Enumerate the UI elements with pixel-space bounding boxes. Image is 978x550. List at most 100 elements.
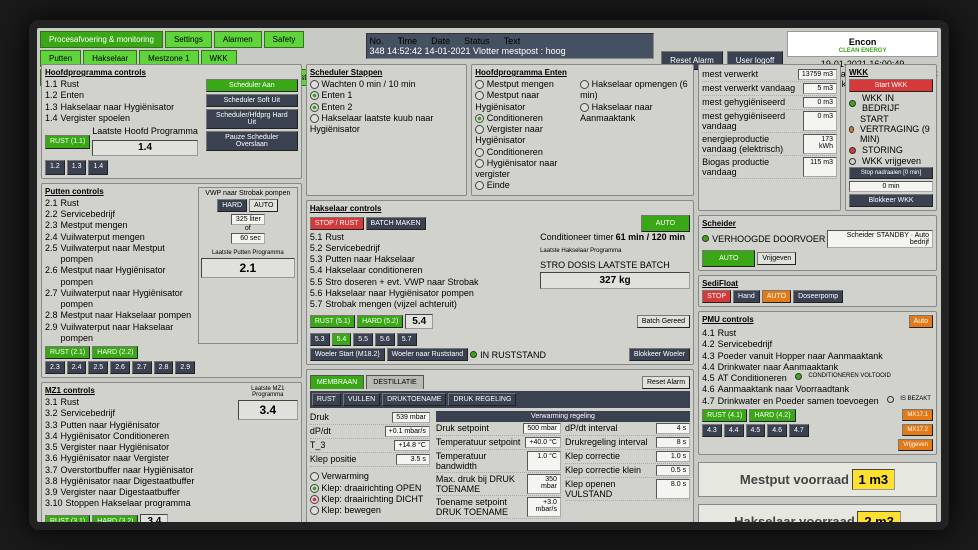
max-druk[interactable]: 350 mbar [527, 474, 561, 494]
haks-57[interactable]: 5.7 [397, 333, 417, 346]
scheduler-aan-button[interactable]: Scheduler Aan [206, 79, 298, 92]
top-bar: Procesafvoering & monitoring Settings Al… [37, 28, 941, 60]
mestput-voorraad-value: 1 m3 [852, 469, 896, 490]
vwp-volume: 325 liter [231, 214, 265, 225]
mem-reset-alarm-button[interactable]: Reset Alarm [642, 376, 690, 389]
mz1-rust-button[interactable]: RUST (3.1) [45, 515, 90, 528]
alarm-log: No.TimeDateStatusText 348 14:52:42 14-01… [366, 33, 654, 59]
hoofd-step-12[interactable]: 1.2 [45, 160, 65, 175]
scheduler-stappen-panel: Scheduler Stappen Wachten 0 min / 10 min… [306, 64, 467, 196]
mz1-hard-button[interactable]: HARD (3.2) [92, 515, 138, 528]
woeler-start-button[interactable]: Woeler Start (M18.2) [310, 348, 385, 361]
mem-drukregeling-button[interactable]: DRUK REGELING [448, 393, 516, 406]
wkk-title: WKK [849, 68, 933, 77]
putten-25[interactable]: 2.5 [88, 361, 108, 374]
dpdt-interval[interactable]: 4 s [656, 423, 690, 434]
putten-29[interactable]: 2.9 [175, 361, 195, 374]
putten-28[interactable]: 2.8 [154, 361, 174, 374]
hoofd-title: Hoofdprogramma controls [45, 68, 298, 77]
scheider-vrijgeven-button[interactable]: Vrijgeven [757, 252, 796, 265]
verwarming-header: Verwarming regeling [436, 411, 690, 422]
nav-settings[interactable]: Settings [165, 31, 212, 48]
putten-last-value: 2.1 [201, 258, 295, 278]
haks-batch-button[interactable]: BATCH MAKEN [366, 217, 426, 230]
mem-druktoename-button[interactable]: DRUKTOENAME [382, 393, 446, 406]
haks-hard-button[interactable]: HARD (5.2) [357, 315, 403, 328]
sedi-stop-button[interactable]: STOP [702, 290, 731, 303]
nav-alarmen[interactable]: Alarmen [214, 31, 262, 48]
putten-rust-button[interactable]: RUST (2.1) [45, 346, 90, 359]
vwp-hard-button[interactable]: HARD [217, 199, 247, 212]
scheduler-pauze-button[interactable]: Pauze Scheduler Overslaan [206, 131, 298, 151]
vwp-timer: 60 sec [231, 233, 265, 244]
vwp-auto-button[interactable]: AUTO [249, 199, 278, 212]
klep-correctie-klein[interactable]: 0.5 s [656, 465, 690, 476]
haks-stop-button[interactable]: STOP / RUST [310, 217, 364, 230]
temp-setpoint[interactable]: +40.0 °C [525, 437, 561, 448]
putten-23[interactable]: 2.3 [45, 361, 65, 374]
sedi-auto-button[interactable]: AUTO [762, 290, 791, 303]
wkk-blokkeer-button[interactable]: Blokkeer WKK [849, 194, 933, 207]
scheider-auto-button[interactable]: AUTO [702, 250, 755, 267]
vwp-label: VWP naar Strobak pompen [201, 190, 295, 197]
haks-rust-button[interactable]: RUST (5.1) [310, 315, 355, 328]
haks-53[interactable]: 5.3 [310, 333, 330, 346]
wkk-start-button[interactable]: Start WKK [849, 79, 933, 92]
mem-rust-button[interactable]: RUST [312, 393, 341, 406]
mz1-title: MZ1 controls [45, 386, 234, 395]
pmu-46[interactable]: 4.6 [767, 424, 787, 437]
mest-verwerkt: 13759 m3 [798, 69, 837, 80]
pmu-mx171-button[interactable]: MX17.1 [902, 409, 933, 421]
pmu-45[interactable]: 4.5 [746, 424, 766, 437]
nav-procesafvoering[interactable]: Procesafvoering & monitoring [40, 31, 163, 48]
pmu-44[interactable]: 4.4 [724, 424, 744, 437]
klep-correctie[interactable]: 1.0 s [656, 451, 690, 462]
hoofd-rust-button[interactable]: RUST (1.1) [45, 135, 90, 150]
putten-24[interactable]: 2.4 [67, 361, 87, 374]
drukregeling-interval[interactable]: 8 s [656, 437, 690, 448]
putten-26[interactable]: 2.6 [110, 361, 130, 374]
pmu-vrijgeven-button[interactable]: Vrijgeven [898, 439, 933, 451]
putten-hard-button[interactable]: HARD (2.2) [92, 346, 138, 359]
hoofd-step-13[interactable]: 1.3 [67, 160, 87, 175]
nav-safety[interactable]: Safety [264, 31, 305, 48]
hakselaar-voorraad-box: Hakselaar voorraad 2 m3 [698, 504, 937, 530]
scheduler-soft-uit-button[interactable]: Scheduler Soft Uit [206, 94, 298, 107]
pmu-auto-button[interactable]: Auto [909, 315, 933, 328]
hoofd-last-value: 1.4 [92, 140, 198, 157]
haks-54[interactable]: 5.4 [332, 333, 352, 346]
blokkeer-woeler-button[interactable]: Blokkeer Woeler [629, 348, 690, 361]
wkk-stop-nadraaien-button[interactable]: Stop nadraaien [0 min] [849, 167, 933, 179]
hoofd-step-14[interactable]: 1.4 [88, 160, 108, 175]
pmu-47[interactable]: 4.7 [789, 424, 809, 437]
pmu-43[interactable]: 4.3 [702, 424, 722, 437]
sedi-title: SediFloat [702, 279, 933, 288]
scheider-title: Scheider [702, 219, 933, 228]
pmu-hard-button[interactable]: HARD (4.2) [749, 409, 795, 422]
haks-56[interactable]: 5.6 [375, 333, 395, 346]
druk-setpoint[interactable]: 500 mbar [523, 423, 561, 434]
tab-destillatie[interactable]: DESTILLATIE [366, 375, 423, 389]
temp-bandwidth[interactable]: 1.0 °C [527, 451, 561, 471]
scheider-panel: Scheider VERHOOGDE DOORVOER Scheider STA… [698, 215, 937, 271]
toename-setpoint[interactable]: +3.0 mbar/s [527, 497, 561, 517]
biogas-vandaag: 115 m3 [803, 157, 837, 177]
sedi-dose-button[interactable]: Doseerpomp [793, 290, 843, 303]
wkk-panel: WKK Start WKK WKK IN BEDRIJF START VERTR… [845, 64, 937, 211]
scheduler-hard-uit-button[interactable]: Scheduler/Hfdprg Hard Uit [206, 109, 298, 129]
klep-openen-vulstand[interactable]: 8.0 s [656, 479, 690, 499]
mem-vullen-button[interactable]: VULLEN [343, 393, 380, 406]
tab-membraan[interactable]: MEMBRAAN [310, 375, 364, 389]
metrics-panel: mest verwerkt13759 m3 mest verwerkt vand… [698, 64, 841, 211]
woeler-ruststand-button[interactable]: Woeler naar Ruststand [387, 348, 468, 361]
haks-55[interactable]: 5.5 [353, 333, 373, 346]
mem-druk: 539 mbar [392, 412, 430, 423]
scheider-status-box: Scheider STANDBY · Auto bedrijf [827, 230, 933, 248]
haks-title: Hakselaar controls [310, 204, 690, 213]
pmu-rust-button[interactable]: RUST (4.1) [702, 409, 747, 422]
pmu-mx172-button[interactable]: MX17.2 [902, 424, 933, 436]
haks-batch-ready[interactable]: Batch Gereed [637, 315, 690, 328]
haks-auto-button[interactable]: AUTO [641, 215, 690, 232]
sedi-hand-button[interactable]: Hand [733, 290, 760, 303]
putten-27[interactable]: 2.7 [132, 361, 152, 374]
